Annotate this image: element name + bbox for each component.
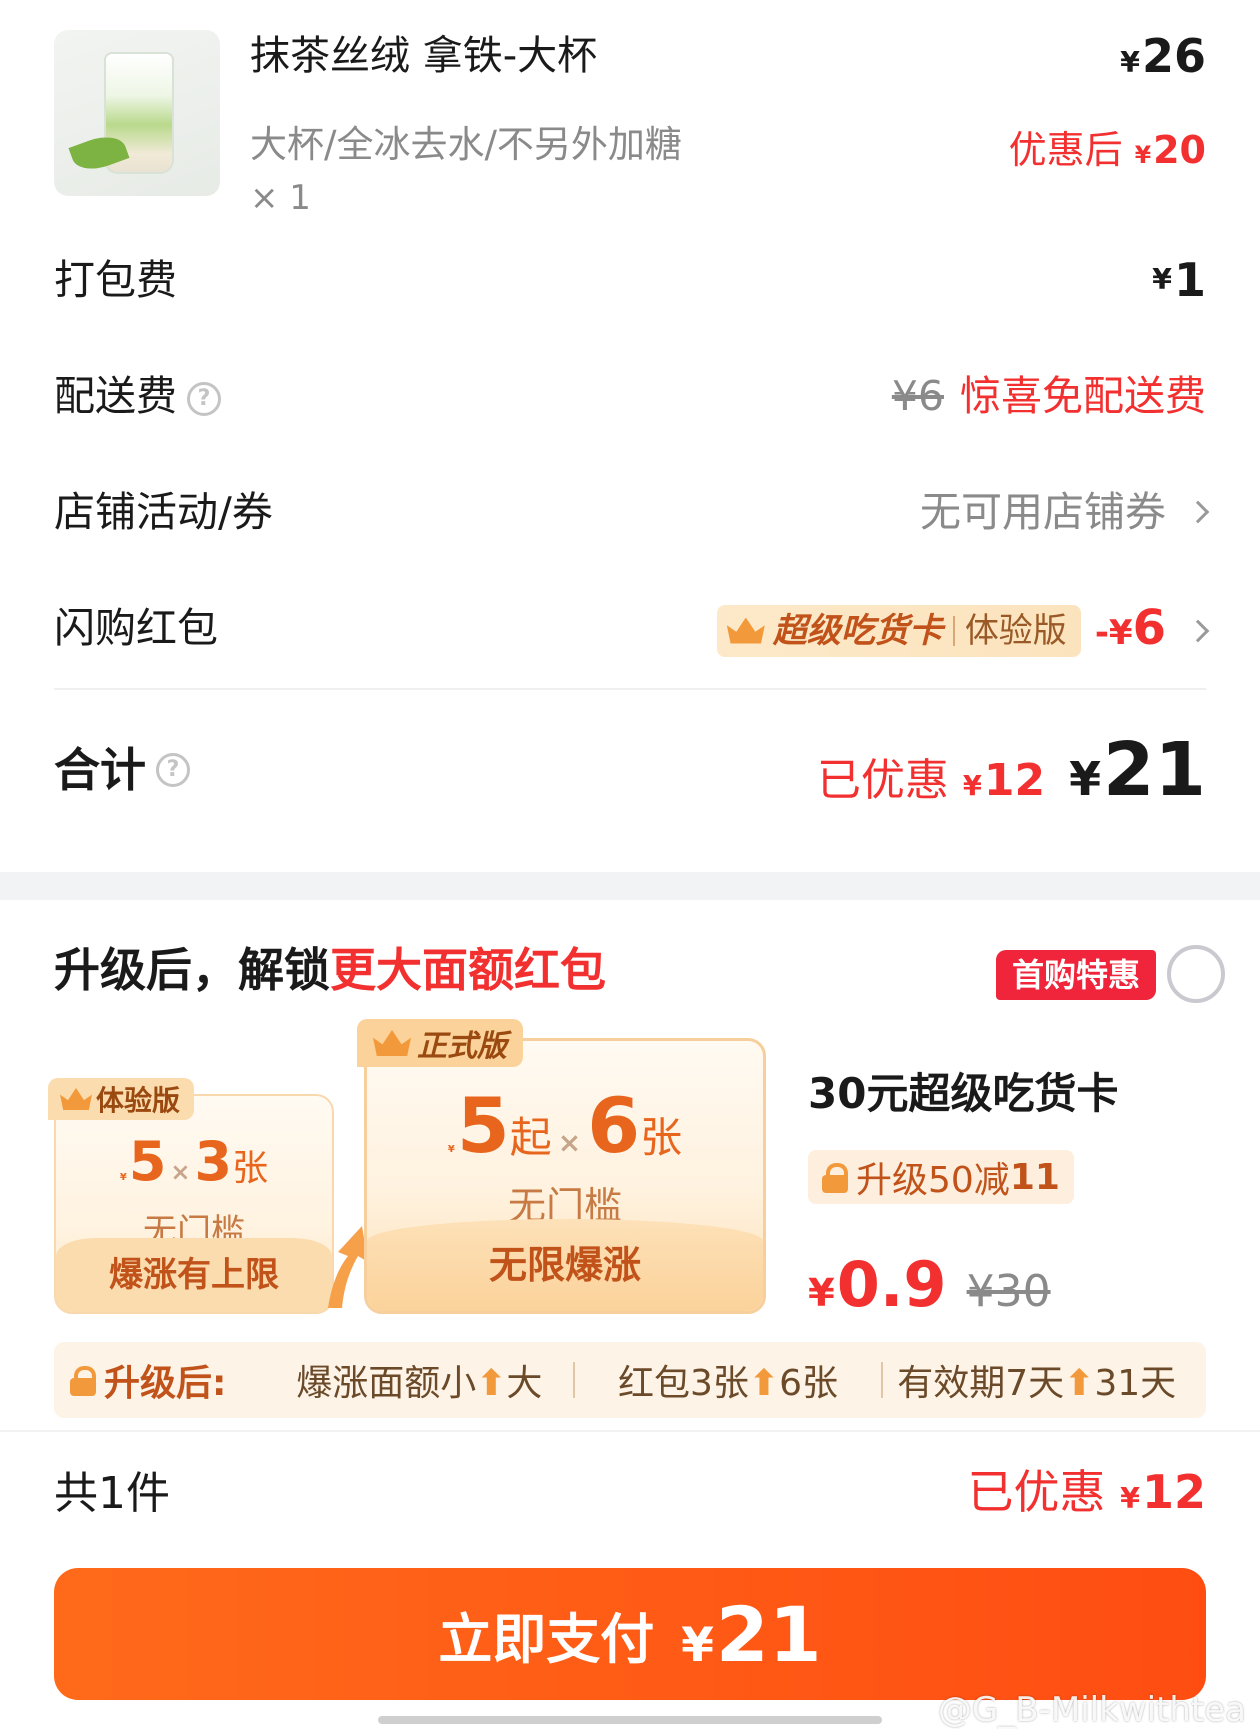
product-image [54, 30, 220, 196]
store-promo-label: 店铺活动/券 [54, 488, 273, 536]
packing-fee-row: 打包费 ¥1 [54, 250, 1206, 310]
store-promo-value: 无可用店铺券 [920, 488, 1166, 536]
product-spec: 大杯/全冰去水/不另外加糖 [250, 123, 682, 166]
flash-redpack-label: 闪购红包 [54, 604, 218, 652]
item-count: 共1件 [54, 1468, 170, 1519]
home-indicator[interactable] [378, 1716, 882, 1724]
full-card: 正式版 ¥5起 ×6张 无门槛 无限爆涨 [357, 1019, 766, 1314]
delivery-fee-row: 配送费? ¥6 惊喜免配送费 [54, 366, 1206, 426]
watermark: @G_B-Milkwithtea [937, 1690, 1246, 1729]
help-icon[interactable]: ? [156, 753, 190, 787]
crown-icon [60, 1088, 92, 1110]
store-promo-row[interactable]: 店铺活动/券 无可用店铺券 [54, 482, 1210, 542]
upgrade-price-old: ¥30 [966, 1266, 1051, 1317]
flash-redpack-row[interactable]: 闪购红包 超级吃货卡 体验版 -¥6 [54, 598, 1210, 658]
upgrade-benefits-bar: 升级后: 爆涨面额小⬆大 红包3张⬆6张 有效期7天⬆31天 [54, 1342, 1206, 1418]
benefit-item: 红包3张⬆6张 [618, 1363, 838, 1404]
crown-icon [726, 617, 765, 644]
full-card-amount: ¥5起 ×6张 [447, 1081, 683, 1170]
total-label: 合计 [54, 743, 146, 797]
total-row: 合计? 已优惠 ¥12 ¥21 [54, 730, 1206, 810]
product-item[interactable]: 抹茶丝绒 拿铁-大杯 大杯/全冰去水/不另外加糖 × 1 ¥26 优惠后 ¥20 [54, 29, 1206, 218]
benefits-head: 升级后: [104, 1363, 227, 1404]
packing-fee-label: 打包费 [54, 256, 177, 304]
divider [0, 1430, 1260, 1432]
upgrade-title: 升级后，解锁更大面额红包 [54, 943, 606, 997]
product-price: ¥26 [1120, 29, 1206, 83]
help-icon[interactable]: ? [187, 382, 221, 416]
delivery-fee-label: 配送费 [54, 372, 177, 420]
total-saved: 已优惠 ¥12 [816, 755, 1046, 806]
delivery-fee-original: ¥6 [891, 372, 944, 420]
unlock-icon [70, 1366, 96, 1396]
trial-card: 体验版 ¥5 ×3张 无门槛 爆涨有上限 [48, 1078, 334, 1314]
upgrade-radio[interactable] [1167, 945, 1225, 1003]
upgrade-price: ¥0.9 ¥30 [808, 1250, 1051, 1329]
upgrade-price-now: 0.9 [836, 1248, 947, 1321]
footer-saved: 已优惠 ¥12 [967, 1465, 1206, 1519]
benefit-item: 有效期7天⬆31天 [897, 1363, 1177, 1404]
section-gap [0, 872, 1260, 900]
unlock-icon [822, 1163, 848, 1193]
upgrade-deal-tag: 升级50减 11 [808, 1150, 1074, 1204]
first-purchase-tag: 首购特惠 [996, 950, 1157, 1000]
trial-card-tag: 体验版 [96, 1084, 181, 1117]
arrow-up-icon: ⬆ [476, 1363, 507, 1404]
full-card-tag: 正式版 [417, 1029, 507, 1064]
packing-fee-value: ¥1 [1152, 253, 1206, 307]
benefit-item: 爆涨面额小⬆大 [296, 1363, 543, 1404]
product-discounted-price: 优惠后 ¥20 [1008, 128, 1206, 172]
trial-card-amount: ¥5 ×3张 [119, 1130, 269, 1193]
chevron-right-icon [1186, 619, 1210, 642]
super-card-badge: 超级吃货卡 体验版 [716, 604, 1081, 657]
product-name: 抹茶丝绒 拿铁-大杯 [250, 33, 598, 79]
flash-redpack-discount: -¥6 [1094, 600, 1166, 656]
delivery-free-text: 惊喜免配送费 [960, 372, 1206, 420]
full-card-footer: 无限爆涨 [367, 1219, 763, 1311]
divider [54, 688, 1206, 690]
product-quantity: × 1 [250, 178, 311, 218]
trial-card-footer: 爆涨有上限 [56, 1238, 332, 1312]
arrow-up-icon: ⬆ [748, 1363, 780, 1404]
crown-icon [373, 1030, 411, 1056]
total-amount: ¥21 [1069, 727, 1206, 813]
arrow-up-icon: ⬆ [1064, 1363, 1095, 1404]
upgrade-product-name: 30元超级吃货卡 [808, 1069, 1119, 1118]
pay-now-button[interactable]: 立即支付 ¥21 [54, 1568, 1206, 1700]
chevron-right-icon [1186, 500, 1210, 524]
